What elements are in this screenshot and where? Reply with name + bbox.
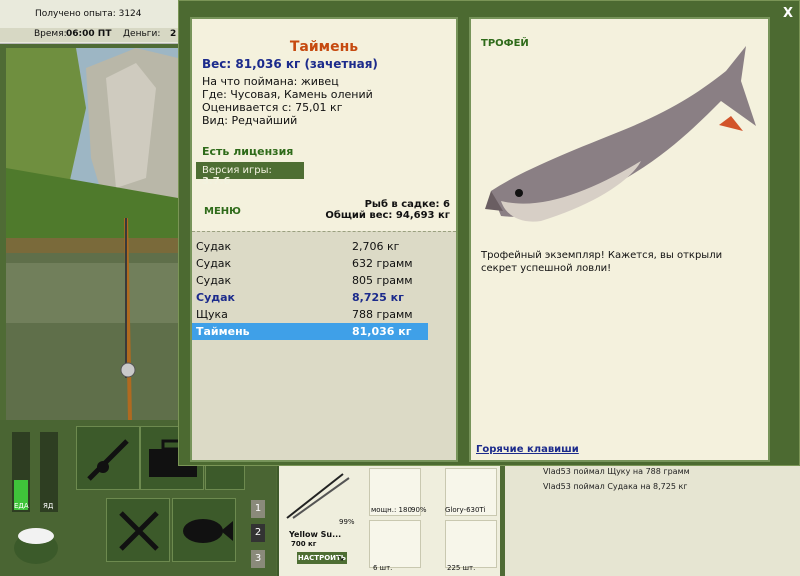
tackle-panel: 99% Yellow Su... 700 кг НАСТРОИТЬ ➘ мощн…	[277, 466, 500, 576]
line-name: Glory-630Ti	[445, 506, 486, 514]
taimen-fish-image	[485, 46, 756, 222]
species-type: Вид: Редчайший	[202, 114, 298, 127]
catch-info-panel: Таймень Вес: 81,036 кг (зачетная) На что…	[190, 17, 458, 462]
food-meter	[12, 432, 30, 512]
total-weight: Общий вес: 94,693 кг	[325, 210, 450, 221]
bait-slot[interactable]	[445, 520, 497, 568]
catch-fish-weight: 788 грамм	[352, 308, 413, 321]
arrow-icon[interactable]: ➘	[337, 554, 345, 564]
rod-weight: 700 кг	[291, 540, 317, 548]
chat-line: Vlad53 поймал Судака на 8,725 кг	[543, 482, 688, 491]
catch-table: Судак 2,706 кг Судак 632 грамм Судак 805 грам…	[192, 238, 428, 340]
fishing-rod-icon	[87, 439, 129, 481]
page-3-button[interactable]: 3	[251, 550, 265, 568]
bait-count: 225 шт.	[447, 564, 476, 572]
valued-from: Оценивается с: 75,01 кг	[202, 101, 343, 114]
fish-weight: Вес: 81,036 кг (зачетная)	[202, 57, 378, 71]
river-landscape-image	[6, 48, 178, 420]
license-label: Есть лицензия	[202, 145, 294, 158]
rod-name: Yellow Su...	[289, 530, 342, 539]
time-label: Время:	[34, 29, 67, 39]
page-1-button[interactable]: 1	[251, 500, 265, 518]
fishing-scene[interactable]	[6, 48, 178, 420]
fish-name: Таймень	[289, 39, 359, 55]
chat-line: Vlad53 поймал Щуку на 788 грамм	[543, 467, 690, 476]
chat-log[interactable]: Vlad53 поймал Щуку на 788 грамм Vlad53 п…	[505, 466, 800, 576]
close-icon[interactable]: X	[783, 6, 793, 21]
fish-button[interactable]	[172, 498, 236, 562]
caught-on: На что поймана: живец	[202, 75, 339, 88]
time-money-row: Время: 06:00 ПТ Деньги: 2	[0, 28, 178, 42]
fish-count: Рыб в садке: 6	[364, 199, 450, 210]
catch-fish-name: Таймень	[192, 323, 348, 340]
fork-knife-icon	[119, 511, 159, 551]
time-value: 06:00 ПТ	[66, 29, 112, 39]
hook-slot[interactable]	[369, 520, 421, 568]
catch-fish-weight: 8,725 кг	[352, 291, 404, 304]
trophy-panel: ТРОФЕЙ Трофейный экземпляр! Кажется, вы …	[469, 17, 770, 462]
catch-fish-name: Судак	[196, 274, 232, 287]
catch-row[interactable]: Судак 805 грамм	[192, 272, 428, 289]
money-value: 2	[170, 29, 177, 39]
catch-row[interactable]: Судак 8,725 кг	[192, 289, 428, 306]
catch-row[interactable]: Судак 632 грамм	[192, 255, 428, 272]
reel-percent: 90%	[411, 506, 427, 514]
version-badge: Версия игры: 3.7.6	[196, 162, 304, 187]
catch-row[interactable]: Судак 2,706 кг	[192, 238, 428, 255]
food-meter-label: ЕДА	[14, 502, 29, 510]
hotkeys-link[interactable]: Горячие клавиши	[476, 444, 579, 455]
menu-label[interactable]: МЕНЮ	[204, 206, 241, 217]
catch-fish-name: Судак	[196, 257, 232, 270]
page-2-button[interactable]: 2	[251, 524, 265, 542]
status-bar: Получено опыта: 3124 Время: 06:00 ПТ Ден…	[0, 0, 178, 44]
cauldron-icon[interactable]	[10, 516, 62, 566]
rod-slot[interactable]: 99% Yellow Su... 700 кг	[283, 470, 359, 548]
fish-icon	[183, 519, 233, 543]
catch-fish-name: Судак	[196, 291, 236, 304]
catch-fish-weight: 2,706 кг	[352, 240, 400, 253]
version-value: 3.7.6	[202, 176, 231, 187]
catch-fish-name: Щука	[196, 308, 228, 321]
rod-button[interactable]	[76, 426, 140, 490]
location: Где: Чусовая, Камень олений	[202, 88, 373, 101]
catch-list-area: Судак 2,706 кг Судак 632 грамм Судак 805 грам…	[192, 231, 456, 460]
poison-meter	[40, 432, 58, 512]
catch-fish-weight: 805 грамм	[352, 274, 413, 287]
food-button[interactable]	[106, 498, 170, 562]
catch-row[interactable]: Таймень 81,036 кг	[192, 323, 428, 340]
money-label: Деньги:	[123, 29, 161, 39]
catch-fish-weight: 632 грамм	[352, 257, 413, 270]
rod-percent: 99%	[339, 518, 355, 526]
catch-row[interactable]: Щука 788 грамм	[192, 306, 428, 323]
rod-image	[286, 473, 350, 519]
catch-fish-weight: 81,036 кг	[348, 323, 428, 340]
hooks-count: 6 шт.	[373, 564, 393, 572]
catch-fish-name: Судак	[196, 240, 232, 253]
version-label: Версия игры:	[202, 165, 272, 176]
poison-meter-label: ЯД	[43, 502, 54, 510]
reel-power: мощн.: 180	[371, 506, 412, 514]
trophy-text: Трофейный экземпляр! Кажется, вы открыли…	[481, 250, 723, 274]
xp-label: Получено опыта: 3124	[35, 9, 142, 19]
